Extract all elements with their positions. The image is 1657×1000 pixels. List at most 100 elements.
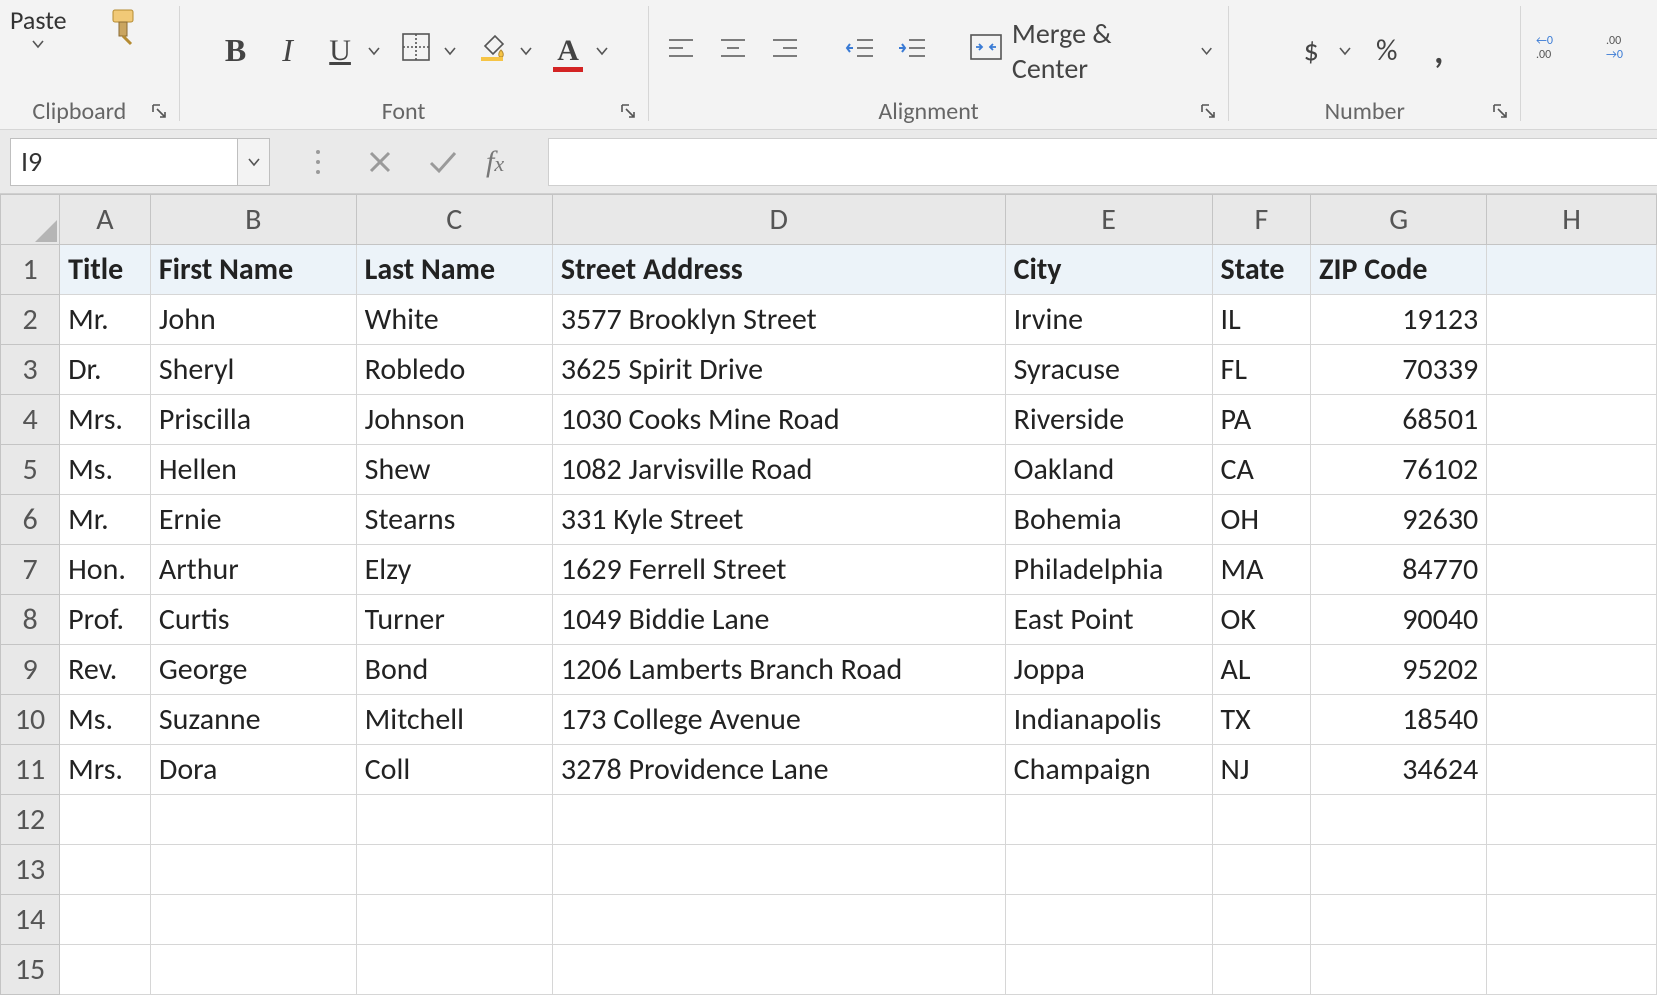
cell[interactable] xyxy=(552,945,1005,995)
cell[interactable] xyxy=(356,945,552,995)
cell[interactable] xyxy=(1487,445,1657,495)
column-header-G[interactable]: G xyxy=(1311,195,1487,245)
paste-dropdown[interactable] xyxy=(28,36,48,52)
cell[interactable]: Mitchell xyxy=(356,695,552,745)
cell[interactable]: 34624 xyxy=(1311,745,1487,795)
cell[interactable] xyxy=(1487,595,1657,645)
cell[interactable] xyxy=(1005,845,1212,895)
clipboard-launcher[interactable] xyxy=(149,101,169,121)
cell[interactable]: FL xyxy=(1212,345,1311,395)
cell[interactable] xyxy=(60,895,151,945)
cell[interactable]: CA xyxy=(1212,445,1311,495)
decrease-decimal-button[interactable]: .00 →0 xyxy=(1601,29,1647,73)
row-header[interactable]: 7 xyxy=(1,545,60,595)
align-left-button[interactable] xyxy=(659,29,703,73)
cell[interactable]: 18540 xyxy=(1311,695,1487,745)
cell[interactable] xyxy=(1212,795,1311,845)
cell[interactable]: 3625 Spirit Drive xyxy=(552,345,1005,395)
cell[interactable]: 3278 Providence Lane xyxy=(552,745,1005,795)
cell[interactable]: Curtis xyxy=(150,595,356,645)
cell[interactable]: AL xyxy=(1212,645,1311,695)
dots-handle-icon[interactable] xyxy=(300,144,336,180)
format-painter-icon[interactable] xyxy=(105,4,149,48)
increase-decimal-button[interactable]: ←0 .00 xyxy=(1531,29,1577,73)
cell[interactable] xyxy=(1487,395,1657,445)
cell[interactable]: Hellen xyxy=(150,445,356,495)
cell[interactable]: IL xyxy=(1212,295,1311,345)
cell[interactable]: 1206 Lamberts Branch Road xyxy=(552,645,1005,695)
cell[interactable]: Champaign xyxy=(1005,745,1212,795)
cell[interactable]: Mrs. xyxy=(60,745,151,795)
cell[interactable] xyxy=(1487,545,1657,595)
formula-input[interactable] xyxy=(548,138,1657,186)
row-header[interactable]: 11 xyxy=(1,745,60,795)
cell[interactable]: 1629 Ferrell Street xyxy=(552,545,1005,595)
comma-style-button[interactable]: , xyxy=(1417,29,1461,73)
cell[interactable] xyxy=(552,895,1005,945)
cell[interactable]: PA xyxy=(1212,395,1311,445)
cell[interactable]: State xyxy=(1212,245,1311,295)
font-color-dropdown[interactable] xyxy=(590,29,614,73)
cell[interactable] xyxy=(552,845,1005,895)
cell[interactable]: Mrs. xyxy=(60,395,151,445)
cell[interactable]: Bohemia xyxy=(1005,495,1212,545)
cell[interactable] xyxy=(1311,795,1487,845)
row-header[interactable]: 4 xyxy=(1,395,60,445)
enter-formula-button[interactable] xyxy=(424,144,460,180)
cell[interactable]: 70339 xyxy=(1311,345,1487,395)
cell[interactable] xyxy=(1487,695,1657,745)
cell[interactable] xyxy=(1487,945,1657,995)
cell[interactable]: Robledo xyxy=(356,345,552,395)
cell[interactable]: Philadelphia xyxy=(1005,545,1212,595)
row-header[interactable]: 5 xyxy=(1,445,60,495)
cell[interactable] xyxy=(1487,295,1657,345)
cell[interactable]: Hon. xyxy=(60,545,151,595)
cell[interactable] xyxy=(1212,945,1311,995)
cell[interactable]: 19123 xyxy=(1311,295,1487,345)
cell[interactable] xyxy=(356,795,552,845)
cell[interactable]: Dr. xyxy=(60,345,151,395)
cell[interactable]: Coll xyxy=(356,745,552,795)
cell[interactable] xyxy=(356,895,552,945)
align-center-button[interactable] xyxy=(711,29,755,73)
cell[interactable] xyxy=(60,945,151,995)
column-header-A[interactable]: A xyxy=(60,195,151,245)
borders-button[interactable] xyxy=(394,29,438,73)
cell[interactable] xyxy=(60,795,151,845)
cell[interactable]: 1082 Jarvisville Road xyxy=(552,445,1005,495)
cell[interactable]: Riverside xyxy=(1005,395,1212,445)
column-header-E[interactable]: E xyxy=(1005,195,1212,245)
cell[interactable] xyxy=(150,795,356,845)
select-all-corner[interactable] xyxy=(1,195,60,245)
merge-center-button[interactable]: Merge & Center xyxy=(965,29,1185,73)
row-header[interactable]: 1 xyxy=(1,245,60,295)
fill-color-button[interactable] xyxy=(470,29,514,73)
cell[interactable]: First Name xyxy=(150,245,356,295)
cell[interactable]: Street Address xyxy=(552,245,1005,295)
cell[interactable]: Indianapolis xyxy=(1005,695,1212,745)
font-launcher[interactable] xyxy=(618,101,638,121)
fx-icon[interactable]: fx xyxy=(486,145,504,179)
row-header[interactable]: 14 xyxy=(1,895,60,945)
cell[interactable]: City xyxy=(1005,245,1212,295)
cell[interactable]: 3577 Brooklyn Street xyxy=(552,295,1005,345)
cell[interactable] xyxy=(1487,645,1657,695)
cell[interactable]: Ernie xyxy=(150,495,356,545)
cell[interactable]: 68501 xyxy=(1311,395,1487,445)
cell[interactable] xyxy=(1487,495,1657,545)
increase-indent-button[interactable] xyxy=(890,29,934,73)
cell[interactable]: Prof. xyxy=(60,595,151,645)
cell[interactable]: Turner xyxy=(356,595,552,645)
cell[interactable]: 331 Kyle Street xyxy=(552,495,1005,545)
row-header[interactable]: 6 xyxy=(1,495,60,545)
cell[interactable] xyxy=(150,845,356,895)
cell[interactable] xyxy=(60,845,151,895)
underline-dropdown[interactable] xyxy=(362,29,386,73)
column-header-D[interactable]: D xyxy=(552,195,1005,245)
cell[interactable] xyxy=(1311,845,1487,895)
cell[interactable]: TX xyxy=(1212,695,1311,745)
cell[interactable]: John xyxy=(150,295,356,345)
cell[interactable]: Johnson xyxy=(356,395,552,445)
cell[interactable]: Irvine xyxy=(1005,295,1212,345)
cell[interactable]: OK xyxy=(1212,595,1311,645)
